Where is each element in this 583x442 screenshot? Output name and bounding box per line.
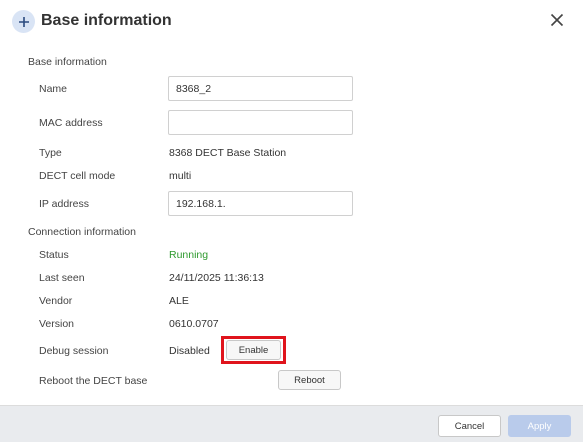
vendor-label: Vendor [39,295,73,307]
vendor-value: ALE [169,295,189,307]
mac-address-field[interactable] [168,110,353,135]
type-value: 8368 DECT Base Station [169,147,287,159]
ip-address-field[interactable] [168,191,353,216]
name-field[interactable] [168,76,353,101]
status-value: Running [169,249,209,261]
connection-information-heading: Connection information [28,226,136,238]
last-seen-value: 24/11/2025 11:36:13 [169,272,264,284]
name-label: Name [39,83,68,95]
dect-cell-mode-value: multi [169,170,192,182]
debug-session-label: Debug session [39,345,109,357]
base-information-dialog: Base information Base information Name M… [0,0,583,442]
cancel-button[interactable]: Cancel [438,415,501,437]
debug-session-value: Disabled [169,345,210,357]
status-label: Status [39,249,69,261]
plus-icon [12,10,35,33]
dialog-header: Base information [0,0,583,44]
mac-address-label: MAC address [39,117,103,129]
dialog-footer: Cancel Apply [0,405,583,442]
highlight-box [221,336,286,364]
dect-cell-mode-label: DECT cell mode [39,170,116,182]
close-icon[interactable] [550,13,568,31]
dialog-title: Base information [41,12,172,29]
reboot-label: Reboot the DECT base [39,375,148,387]
last-seen-label: Last seen [39,272,85,284]
type-label: Type [39,147,62,159]
version-value: 0610.0707 [169,318,219,330]
base-information-heading: Base information [28,56,107,68]
ip-address-label: IP address [39,198,90,210]
version-label: Version [39,318,75,330]
reboot-button[interactable]: Reboot [278,370,341,390]
apply-button[interactable]: Apply [508,415,571,437]
